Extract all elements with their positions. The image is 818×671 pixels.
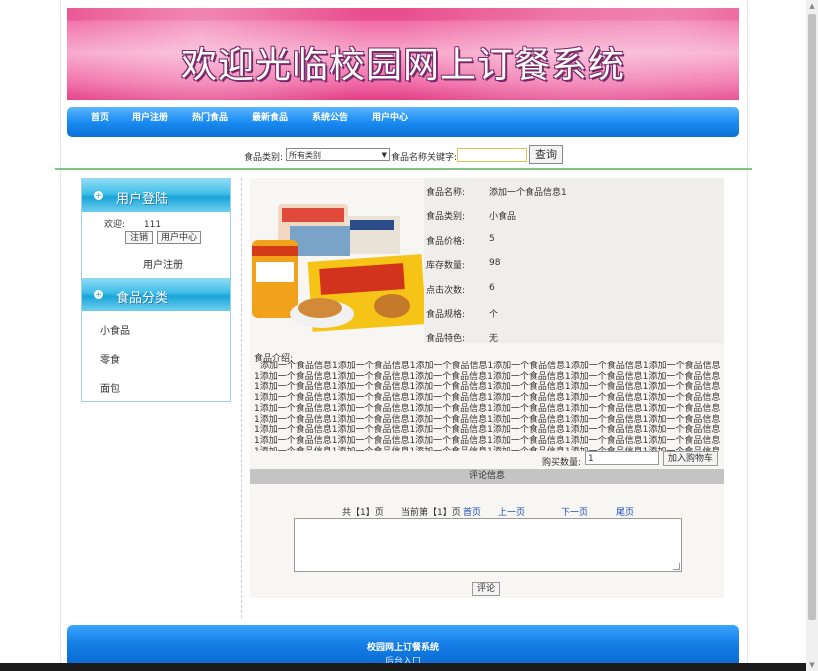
comments-header: 评论信息 xyxy=(250,469,724,484)
category-item[interactable]: 小食品 xyxy=(100,322,130,337)
nav-new-food[interactable]: 最新食品 xyxy=(252,107,288,129)
search-bar: 食品类别: 所有类别 ▼ 食品名称关键字: 查询 xyxy=(0,145,818,165)
info-row: 食品类别: 小食品 xyxy=(426,212,517,222)
nav-hot-food[interactable]: 热门食品 xyxy=(192,107,228,129)
chevron-down-icon: ▼ xyxy=(381,151,387,159)
plus-circle-icon: + xyxy=(94,191,103,200)
plus-circle-icon: + xyxy=(94,290,103,299)
info-row: 食品规格: 个 xyxy=(426,310,499,320)
submit-comment-button[interactable]: 评论 xyxy=(472,582,500,596)
category-item[interactable]: 面包 xyxy=(100,380,120,395)
nav-register[interactable]: 用户注册 xyxy=(132,107,168,129)
nav-home[interactable]: 首页 xyxy=(91,107,109,129)
welcome-label: 欢迎: xyxy=(104,220,126,230)
divider xyxy=(55,168,752,170)
category-title: 食品分类 xyxy=(116,291,169,306)
category-select[interactable]: 所有类别 ▼ xyxy=(286,148,390,161)
username: 111 xyxy=(143,220,162,230)
welcome-line: 欢迎: 111 xyxy=(104,217,161,230)
nav-announcements[interactable]: 系统公告 xyxy=(312,107,348,129)
header-banner: 欢迎光临校园网上订餐系统 xyxy=(67,8,739,100)
quantity-label: 购买数量: xyxy=(542,458,582,468)
info-row: 食品特色: 无 xyxy=(426,334,499,344)
scrollbar-thumb[interactable] xyxy=(808,14,816,620)
scroll-down-icon[interactable]: ▼ xyxy=(806,659,818,671)
login-header: + 用户登陆 xyxy=(82,179,230,212)
column-divider xyxy=(241,178,242,618)
product-image xyxy=(250,196,426,336)
last-page-link[interactable]: 尾页 xyxy=(616,505,634,518)
info-row: 点击次数: 6 xyxy=(426,283,495,296)
search-button[interactable]: 查询 xyxy=(529,145,563,164)
keyword-label: 食品名称关键字: xyxy=(391,153,458,163)
scroll-up-icon[interactable]: ▲ xyxy=(806,0,818,12)
footer-title: 校园网上订餐系统 xyxy=(366,643,439,653)
info-row: 食品价格: 5 xyxy=(426,234,495,247)
total-pages: 共【1】页 xyxy=(342,508,384,518)
user-center-button[interactable]: 用户中心 xyxy=(157,231,201,244)
taskbar xyxy=(0,663,818,671)
prev-page-link[interactable]: 上一页 xyxy=(498,505,525,518)
sidebar: + 用户登陆 欢迎: 111 注销 用户中心 用户注册 + 食品分类 小食品 零… xyxy=(81,178,231,402)
register-link[interactable]: 用户注册 xyxy=(143,256,183,271)
quantity-input[interactable]: 1 xyxy=(585,451,659,465)
category-item[interactable]: 零食 xyxy=(100,351,120,366)
first-page-link[interactable]: 首页 xyxy=(463,505,481,518)
login-title: 用户登陆 xyxy=(116,192,169,207)
category-select-value: 所有类别 xyxy=(289,151,321,160)
comment-textarea[interactable] xyxy=(294,518,682,572)
info-row: 库存数量: 98 xyxy=(426,258,501,271)
logout-button[interactable]: 注销 xyxy=(125,231,153,244)
nav-user-center[interactable]: 用户中心 xyxy=(372,107,408,129)
category-label: 食品类别: xyxy=(244,153,284,163)
category-header: + 食品分类 xyxy=(82,278,230,311)
resize-grip-icon[interactable] xyxy=(673,563,680,570)
product-info: 食品名称: 添加一个食品信息1 食品类别: 小食品 食品价格: 5 库存数量: … xyxy=(424,178,724,344)
product-detail: 食品名称: 添加一个食品信息1 食品类别: 小食品 食品价格: 5 库存数量: … xyxy=(250,178,724,598)
next-page-link[interactable]: 下一页 xyxy=(561,505,588,518)
keyword-input[interactable] xyxy=(457,148,527,162)
description-text: 添加一个食品信息1添加一个食品信息1添加一个食品信息1添加一个食品信息1添加一个… xyxy=(254,361,721,451)
info-row: 食品名称: 添加一个食品信息1 xyxy=(426,188,567,198)
site-title: 欢迎光临校园网上订餐系统 xyxy=(180,45,625,86)
add-to-cart-button[interactable]: 加入购物车 xyxy=(663,451,718,466)
current-page: 当前第【1】页 xyxy=(401,508,461,518)
main-nav: 首页 用户注册 热门食品 最新食品 系统公告 用户中心 xyxy=(67,107,739,137)
